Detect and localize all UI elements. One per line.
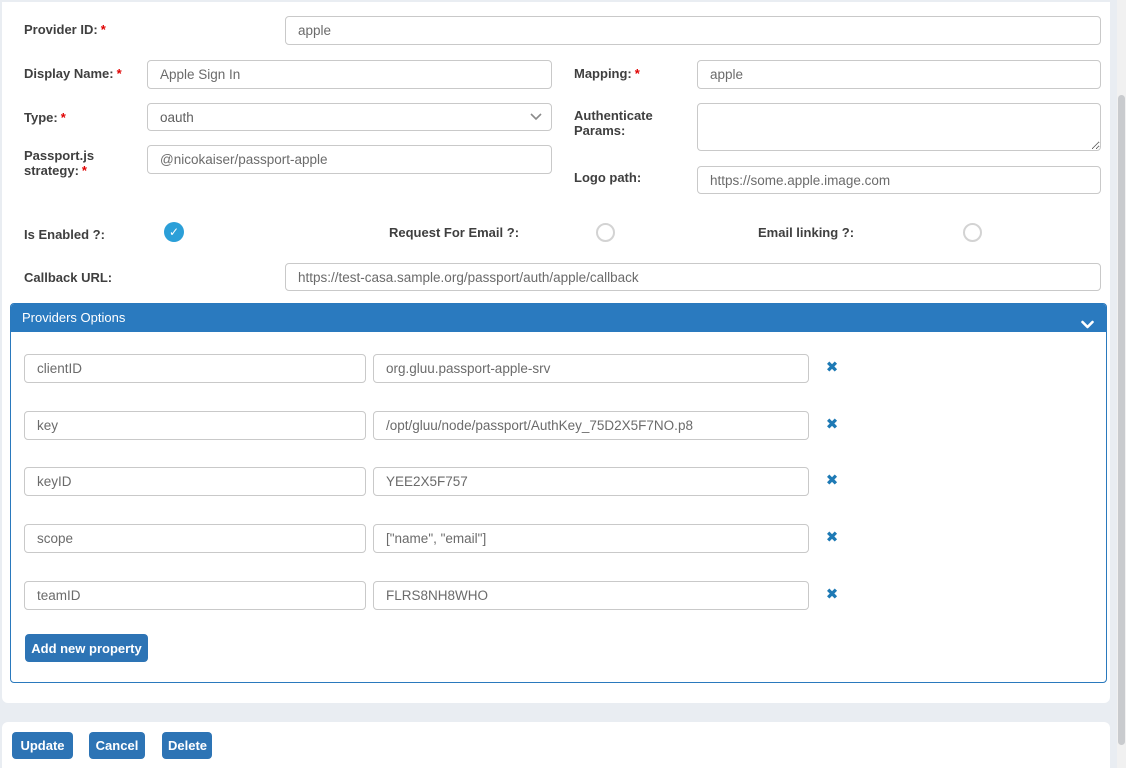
- is-enabled-checkbox[interactable]: ✓: [164, 222, 184, 242]
- property-value-input[interactable]: [373, 467, 809, 496]
- delete-property-icon[interactable]: ✖: [823, 416, 841, 434]
- email-linking-label: Email linking ?:: [758, 225, 854, 240]
- delete-property-icon[interactable]: ✖: [823, 529, 841, 547]
- property-value-input[interactable]: [373, 581, 809, 610]
- required-marker: *: [117, 66, 122, 81]
- chevron-down-icon[interactable]: [1081, 312, 1094, 340]
- property-key-input[interactable]: [24, 411, 366, 440]
- update-button[interactable]: Update: [12, 732, 73, 759]
- property-value-input[interactable]: [373, 411, 809, 440]
- passport-strategy-input[interactable]: [147, 145, 552, 174]
- provider-id-input[interactable]: [285, 16, 1101, 45]
- display-name-label: Display Name:*: [24, 66, 122, 81]
- delete-property-icon[interactable]: ✖: [823, 359, 841, 377]
- authenticate-params-textarea[interactable]: [697, 103, 1101, 151]
- type-select[interactable]: oauth: [147, 103, 552, 131]
- property-key-input[interactable]: [24, 581, 366, 610]
- email-linking-checkbox[interactable]: [963, 223, 982, 242]
- delete-property-icon[interactable]: ✖: [823, 472, 841, 490]
- property-value-input[interactable]: [373, 354, 809, 383]
- provider-id-label: Provider ID:*: [24, 22, 106, 37]
- providers-options-panel: Providers Options ✖ ✖ ✖ ✖: [10, 303, 1107, 683]
- providers-options-title: Providers Options: [22, 310, 125, 325]
- mapping-label: Mapping:*: [574, 66, 640, 81]
- delete-property-icon[interactable]: ✖: [823, 586, 841, 604]
- required-marker: *: [101, 22, 106, 37]
- property-key-input[interactable]: [24, 524, 366, 553]
- delete-button[interactable]: Delete: [162, 732, 212, 759]
- passport-strategy-label: Passport.js strategy:*: [24, 148, 119, 178]
- required-marker: *: [82, 163, 87, 178]
- check-icon: ✓: [169, 225, 179, 239]
- logo-path-label: Logo path:: [574, 170, 641, 185]
- required-marker: *: [635, 66, 640, 81]
- request-for-email-label: Request For Email ?:: [389, 225, 519, 240]
- authenticate-params-label: Authenticate Params:: [574, 108, 674, 138]
- display-name-input[interactable]: [147, 60, 552, 89]
- property-value-input[interactable]: [373, 524, 809, 553]
- required-marker: *: [61, 110, 66, 125]
- mapping-input[interactable]: [697, 60, 1101, 89]
- scrollbar-thumb[interactable]: [1118, 95, 1125, 745]
- cancel-button[interactable]: Cancel: [89, 732, 145, 759]
- callback-url-label: Callback URL:: [24, 270, 112, 285]
- providers-options-header[interactable]: Providers Options: [11, 304, 1106, 332]
- property-key-input[interactable]: [24, 467, 366, 496]
- logo-path-input[interactable]: [697, 166, 1101, 194]
- request-for-email-checkbox[interactable]: [596, 223, 615, 242]
- provider-edit-page: Provider ID:* Display Name:* Mapping:* T…: [0, 0, 1126, 768]
- property-key-input[interactable]: [24, 354, 366, 383]
- callback-url-input[interactable]: [285, 263, 1101, 291]
- is-enabled-label: Is Enabled ?:: [24, 227, 105, 242]
- type-label: Type:*: [24, 110, 66, 125]
- add-new-property-button[interactable]: Add new property: [25, 634, 148, 662]
